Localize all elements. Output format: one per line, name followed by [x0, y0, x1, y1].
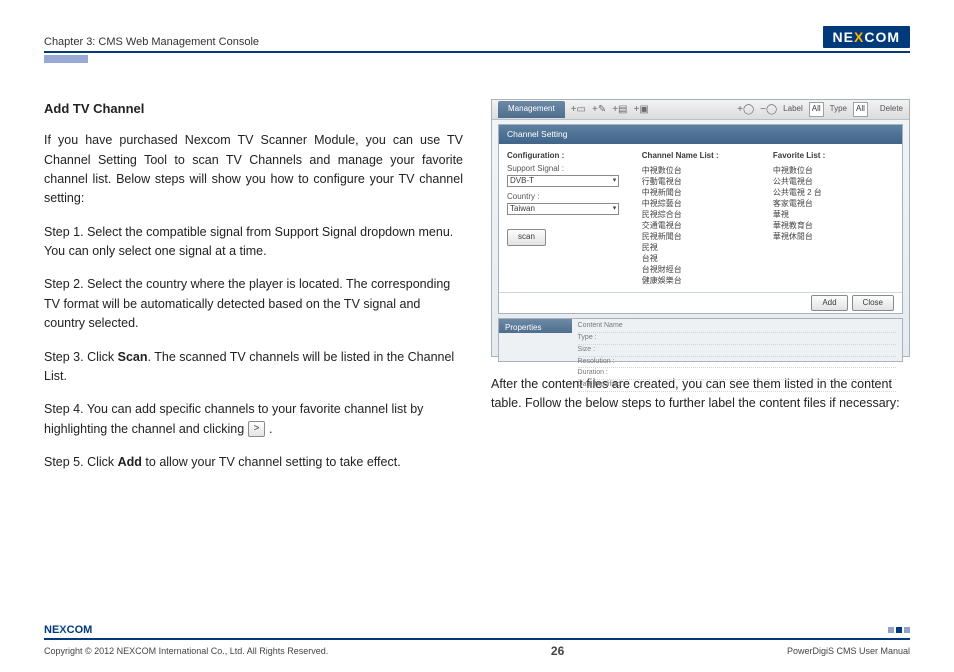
- list-item[interactable]: 中視綜藝台: [642, 198, 763, 209]
- step-5-a: Step 5. Click: [44, 455, 118, 469]
- list-item[interactable]: 華視休閒台: [773, 231, 894, 242]
- brand-logo: NEXCOM: [823, 26, 910, 48]
- add-edit-icon[interactable]: +✎: [592, 102, 606, 118]
- label-dropdown[interactable]: All: [809, 102, 824, 116]
- delete-button[interactable]: Delete: [880, 103, 903, 115]
- add-list-icon[interactable]: +▤: [612, 102, 627, 118]
- brand-post: COM: [864, 29, 900, 45]
- add-button[interactable]: Add: [811, 295, 847, 311]
- scan-button[interactable]: scan: [507, 229, 546, 245]
- list-item[interactable]: 台視財經台: [642, 264, 763, 275]
- screenshot-channel-setting: Management +▭ +✎ +▤ +▣ +◯ −◯ Label All T…: [491, 99, 910, 357]
- management-tab[interactable]: Management: [498, 101, 565, 117]
- prop-row: Resolution :: [578, 357, 896, 369]
- footer-squares-icon: [888, 627, 910, 633]
- support-signal-label: Support Signal :: [507, 163, 632, 175]
- label-label: Label: [783, 103, 803, 115]
- copyright: Copyright © 2012 NEXCOM International Co…: [44, 646, 328, 656]
- list-item[interactable]: 公共電視 2 台: [773, 187, 894, 198]
- move-right-icon: >: [248, 421, 266, 437]
- footer-brand: NEXCOM: [44, 624, 92, 636]
- list-item[interactable]: 客家電視台: [773, 198, 894, 209]
- step-3-a: Step 3. Click: [44, 350, 118, 364]
- zoom-in-icon[interactable]: +◯: [737, 102, 754, 118]
- brand-x: X: [854, 29, 864, 45]
- step-4-a: Step 4. You can add specific channels to…: [44, 402, 423, 435]
- country-value: Taiwan: [510, 203, 535, 215]
- step-1: Step 1. Select the compatible signal fro…: [44, 223, 463, 262]
- header-tab-decor: [44, 55, 88, 63]
- panel-title: Channel Setting: [499, 125, 902, 144]
- list-item[interactable]: 民視: [642, 242, 763, 253]
- prop-row: Size :: [578, 345, 896, 357]
- page-number: 26: [551, 644, 564, 658]
- list-item[interactable]: 交通電視台: [642, 220, 763, 231]
- list-item[interactable]: 台視: [642, 253, 763, 264]
- list-item[interactable]: 行動電視台: [642, 176, 763, 187]
- step-5-b: to allow your TV channel setting to take…: [142, 455, 401, 469]
- prop-row: Date Modified :: [578, 380, 896, 392]
- favorite-list-heading: Favorite List :: [773, 150, 894, 162]
- support-signal-value: DVB-T: [510, 175, 534, 187]
- channel-name-list-heading: Channel Name List :: [642, 150, 763, 162]
- step-3-bold: Scan: [118, 350, 148, 364]
- list-item[interactable]: 華視: [773, 209, 894, 220]
- prop-row: Duration :: [578, 368, 896, 380]
- footer-rule: [44, 638, 910, 640]
- support-signal-dropdown[interactable]: DVB-T: [507, 175, 619, 187]
- intro-paragraph: If you have purchased Nexcom TV Scanner …: [44, 131, 463, 209]
- step-2: Step 2. Select the country where the pla…: [44, 275, 463, 333]
- country-dropdown[interactable]: Taiwan: [507, 203, 619, 215]
- add-folder-icon[interactable]: +▭: [571, 102, 586, 118]
- list-item[interactable]: 中視數位台: [773, 165, 894, 176]
- list-item[interactable]: 民視綜合台: [642, 209, 763, 220]
- step-5-bold: Add: [118, 455, 142, 469]
- step-3: Step 3. Click Scan. The scanned TV chann…: [44, 348, 463, 387]
- list-item[interactable]: 民視新聞台: [642, 231, 763, 242]
- list-item[interactable]: 公共電視台: [773, 176, 894, 187]
- step-4: Step 4. You can add specific channels to…: [44, 400, 463, 439]
- configuration-heading: Configuration :: [507, 150, 632, 162]
- list-item[interactable]: 健康娛樂台: [642, 275, 763, 286]
- step-5: Step 5. Click Add to allow your TV chann…: [44, 453, 463, 472]
- close-button[interactable]: Close: [852, 295, 894, 311]
- type-dropdown[interactable]: All: [853, 102, 868, 116]
- chapter-title: Chapter 3: CMS Web Management Console: [44, 36, 259, 48]
- list-item[interactable]: 中視數位台: [642, 165, 763, 176]
- section-heading: Add TV Channel: [44, 99, 463, 119]
- properties-heading: Properties: [499, 319, 572, 333]
- list-item[interactable]: 中視新聞台: [642, 187, 763, 198]
- list-item[interactable]: 華視教育台: [773, 220, 894, 231]
- brand-pre: NE: [833, 29, 854, 45]
- step-4-b: .: [269, 422, 272, 436]
- prop-row: Type :: [578, 333, 896, 345]
- add-grid-icon[interactable]: +▣: [634, 102, 649, 118]
- prop-row: Content Name: [578, 321, 896, 333]
- header-rule: [44, 51, 910, 53]
- country-label: Country :: [507, 191, 632, 203]
- type-label: Type: [830, 103, 847, 115]
- manual-title: PowerDigiS CMS User Manual: [787, 646, 910, 656]
- zoom-out-icon[interactable]: −◯: [760, 102, 777, 118]
